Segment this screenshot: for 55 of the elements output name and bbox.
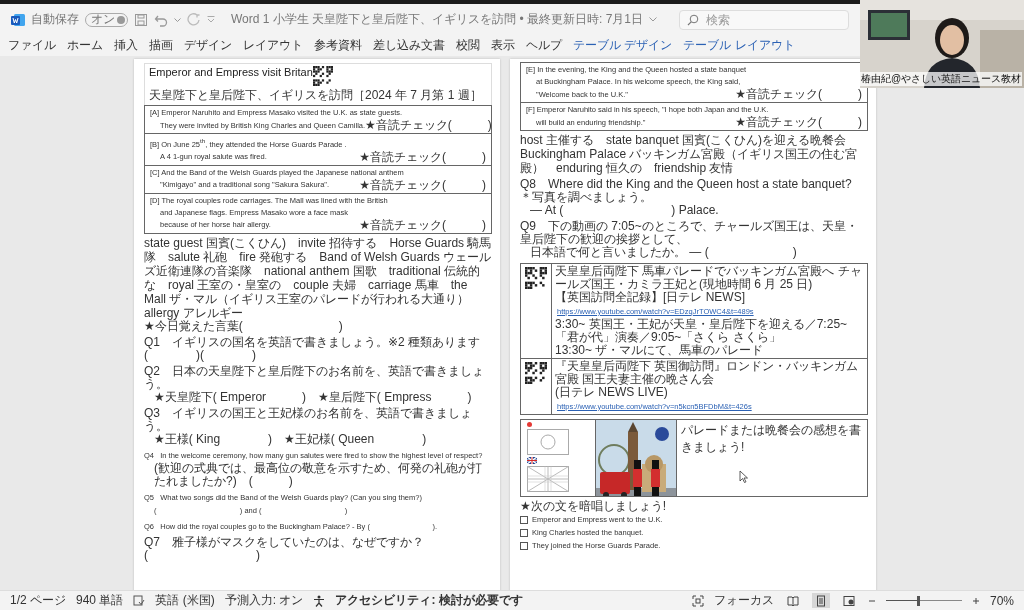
ribbon-tab[interactable]: 校閲	[456, 37, 480, 54]
vocabulary-list: state guest 国賓(こくひん) invite 招待する Horse Guards 騎馬隊 salute 礼砲 fire 発砲する Band of Welsh Guards ウェールズ近衛連隊の音楽隊 national anthem 国歌 traditional 伝統的な royal 王室の・皇室の couple 夫婦 carriage 馬車 the Mall ザ・マル（イギリス王室のパレードが行われる大通り） allergy アレルギー	[144, 235, 492, 320]
vocabulary-memo-line: ★今日覚えた言葉( )	[144, 319, 344, 333]
question-text: Q9 下の動画の 7:05~のところで、チャールズ国王は、天皇・皇后陛下の歓迎の挨拶として、	[520, 220, 859, 246]
ribbon-tab[interactable]: 描画	[149, 37, 173, 54]
question-text: Q3 イギリスの国王と王妃様のお名前を、英語で書きましょう。	[144, 406, 473, 433]
ribbon-tab[interactable]: ヘルプ	[526, 37, 562, 54]
reading-check-label: ★音読チェック( )	[735, 116, 862, 129]
ribbon-tab[interactable]: 表示	[491, 37, 515, 54]
answer-line: — At ( ) Palace.	[529, 204, 720, 217]
question-text: Q1 イギリスの国名を英語で書きましょう。※2 種類あります ( )( )	[144, 335, 482, 362]
video-source: (日テレ NEWS LIVE)	[555, 385, 668, 399]
ribbon-tab[interactable]: デザイン	[184, 37, 232, 54]
memorize-heading: ★次の文を暗唱しましょう!	[520, 500, 668, 513]
page-count: 1/2 ページ	[10, 592, 66, 609]
accessibility-status: アクセシビリティ: 検討が必要です	[335, 592, 523, 609]
answer-line: 日本語で何と言いましたか。 — ( )	[529, 246, 798, 259]
ribbon-tab[interactable]: テーブル レイアウト	[683, 37, 795, 54]
video-title: 天皇皇后両陛下 馬車パレードでバッキンガム宮殿へ チャールズ国王・カミラ王妃と(現地時間 6 月 25 日)	[555, 265, 863, 291]
ribbon-tab[interactable]: テーブル デザイン	[573, 37, 673, 54]
writing-prompt: パレードまたは晩餐会の感想を書きましょう!	[681, 422, 862, 456]
language-label: 英語 (米国)	[155, 592, 215, 609]
ribbon-tab[interactable]: ファイル	[8, 37, 56, 54]
reading-check-label: ★音読チェック( )	[359, 150, 486, 164]
word-count: 940 単語	[76, 592, 124, 609]
question-text: Q8 Where did the King and the Queen host a state banquet? ＊写真を調べましょう。	[520, 178, 853, 204]
worksheet-title: Emperor and Empress visit Britan	[149, 66, 313, 78]
answer-line: ★天皇陛下( Emperor ) ★皇后陛下( Empress )	[153, 390, 473, 404]
video-source: 【英国訪問全記録】[日テレ NEWS]	[555, 290, 745, 304]
ribbon-tab[interactable]: 差し込み文書	[373, 37, 445, 54]
timestamp-note: 13:30~ ザ・マルにて、馬車のパレード	[555, 344, 765, 357]
question-text: Q7 雅子様がマスクをしていたのは、なぜですか？( )	[144, 535, 425, 562]
zoom-percent: 70%	[989, 593, 1014, 608]
ribbon-tab[interactable]: 挿入	[114, 37, 138, 54]
video-title: 『天皇皇后両陛下 英国御訪問』ロンドン・バッキンガム宮殿 国王夫妻主催の晩さん会	[555, 360, 860, 386]
autosave-label: 自動保存	[31, 11, 79, 28]
focus-mode-button[interactable]: フォーカス	[713, 592, 774, 609]
ribbon-tab[interactable]: ホーム	[67, 37, 103, 54]
date-label: ［2024 年 7 月第 1 週］	[353, 87, 482, 104]
search-field[interactable]: 検索	[679, 9, 849, 30]
reading-check-label: ★音読チェック( )	[359, 218, 486, 232]
reading-check-label: ★音読チェック( )	[359, 178, 486, 192]
ribbon-tab[interactable]: 参考資料	[314, 37, 362, 54]
participant-name: 椿由紀@やさしい英語ニュース教材	[860, 72, 1023, 86]
ribbon-tab[interactable]: レイアウト	[243, 37, 303, 54]
predictive-input-label: 予測入力: オン	[224, 592, 304, 609]
question-text: Q2 日本の天皇陛下と皇后陛下のお名前を、英語で書きましょう。	[144, 364, 485, 391]
document-title: Word 1 小学生 天皇陛下と皇后陛下、イギリスを訪問 • 最終更新日時: 7月1日	[231, 11, 643, 28]
answer-line: ★王様( King ) ★王妃様( Queen )	[153, 432, 428, 446]
vocabulary-list: host 主催する state banquet 国賓(こくひん)を迎える晩餐会 Buckingham Palace バッキンガム宮殿（イギリス国王の住む宮殿） enduring 恒久の friendship 友情	[520, 133, 868, 175]
worksheet-subtitle: 天皇陛下と皇后陛下、イギリスを訪問	[149, 87, 353, 104]
reading-check-label: ★音読チェック( )	[735, 88, 862, 101]
answer-line: (歓迎の式典では、最高位の敬意を示すため、何発の礼砲が打たれましたか?) ( )	[153, 461, 483, 488]
reading-check-label: ★音読チェック( )	[365, 119, 492, 132]
timestamp-note: 3:30~ 英国王・王妃が天皇・皇后陛下を迎える／7:25~「君が代」演奏／9:05~「さくら さくら」	[555, 318, 849, 344]
